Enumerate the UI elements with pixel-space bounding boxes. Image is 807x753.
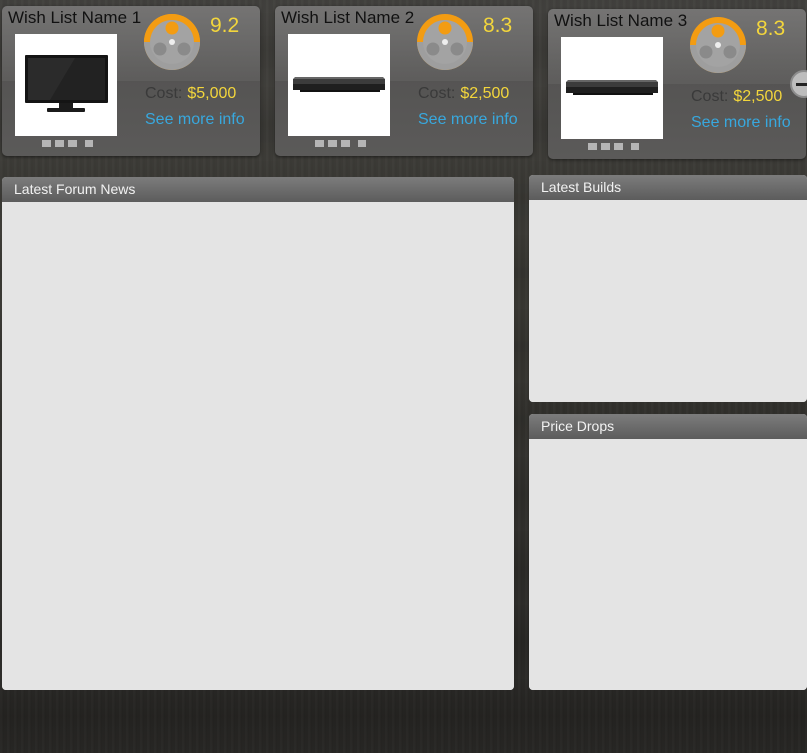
wishlist-title: Wish List Name 2 bbox=[281, 8, 415, 27]
panel-body bbox=[529, 200, 807, 402]
panel-body bbox=[2, 202, 514, 690]
image-pager-dots[interactable] bbox=[588, 143, 639, 150]
wishlist-title: Wish List Name 3 bbox=[554, 11, 688, 30]
image-pager-dots[interactable] bbox=[42, 140, 93, 147]
wishlist-card-2[interactable]: Wish List Name 2 8.3 Cost: $2,500 See mor… bbox=[275, 6, 533, 156]
see-more-info-link[interactable]: See more info bbox=[145, 111, 245, 129]
rating-score: 8.3 bbox=[756, 17, 786, 40]
panel-title: Latest Builds bbox=[529, 175, 807, 200]
cost-row: Cost: $2,500 bbox=[418, 85, 509, 103]
cost-value: $5,000 bbox=[187, 85, 237, 102]
latest-builds-panel: Latest Builds bbox=[529, 175, 807, 402]
wishlist-title: Wish List Name 1 bbox=[8, 8, 142, 27]
cost-row: Cost: $5,000 bbox=[145, 85, 236, 103]
product-image-blu-ray-player[interactable] bbox=[288, 34, 390, 136]
panel-body bbox=[529, 439, 807, 690]
price-drops-panel: Price Drops bbox=[529, 414, 807, 690]
wishlist-card-3[interactable]: Wish List Name 3 8.3 Cost: $2,500 See mor… bbox=[548, 9, 806, 159]
wishlist-card-1[interactable]: Wish List Name 1 9.2 Cost: $5,000 See mor… bbox=[2, 6, 260, 156]
cost-label: Cost: bbox=[691, 88, 729, 105]
film-reel-icon bbox=[144, 14, 200, 70]
cost-value: $2,500 bbox=[733, 88, 783, 105]
image-pager-dots[interactable] bbox=[315, 140, 366, 147]
product-image-tv[interactable] bbox=[15, 34, 117, 136]
film-reel-icon bbox=[690, 17, 746, 73]
cost-label: Cost: bbox=[145, 85, 183, 102]
panel-title: Latest Forum News bbox=[2, 177, 514, 202]
see-more-info-link[interactable]: See more info bbox=[691, 114, 791, 132]
film-reel-icon bbox=[417, 14, 473, 70]
panel-title: Price Drops bbox=[529, 414, 807, 439]
cost-value: $2,500 bbox=[460, 85, 510, 102]
rating-score: 9.2 bbox=[210, 14, 240, 37]
product-image-blu-ray-player[interactable] bbox=[561, 37, 663, 139]
cost-label: Cost: bbox=[418, 85, 456, 102]
forum-news-panel: Latest Forum News bbox=[2, 177, 514, 690]
cost-row: Cost: $2,500 bbox=[691, 88, 782, 106]
see-more-info-link[interactable]: See more info bbox=[418, 111, 518, 129]
rating-score: 8.3 bbox=[483, 14, 513, 37]
